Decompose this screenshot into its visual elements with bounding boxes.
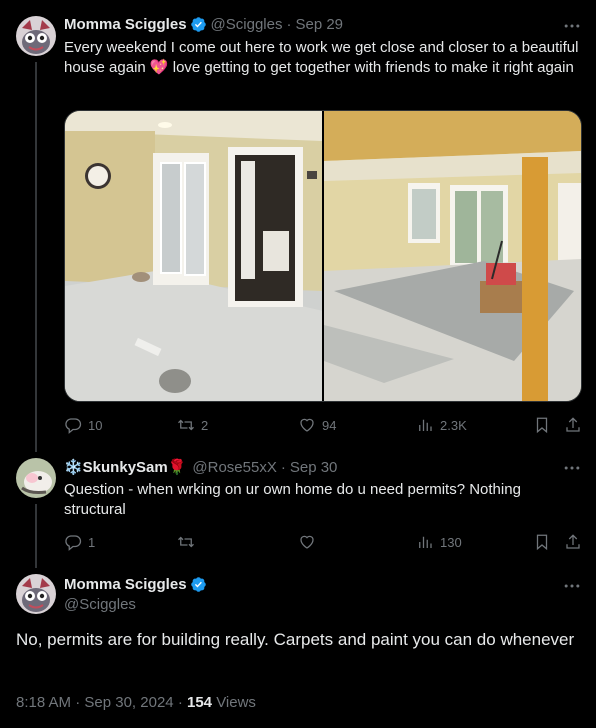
retweet-button[interactable]: 2 bbox=[177, 416, 208, 434]
separator-dot: · bbox=[286, 16, 292, 33]
share-icon bbox=[566, 417, 580, 432]
more-options-icon[interactable] bbox=[562, 576, 582, 596]
reply-count: 1 bbox=[88, 534, 96, 550]
retweet-count: 2 bbox=[201, 417, 209, 433]
tweet-header: ❄️SkunkySam🌹 @Rose55xX · Sep 30 bbox=[64, 458, 338, 477]
separator-dot: · bbox=[280, 458, 286, 476]
display-name[interactable]: ❄️SkunkySam🌹 bbox=[64, 458, 186, 476]
tweet-text: Question - when wrking on ur own home do… bbox=[64, 481, 521, 518]
media-grid[interactable] bbox=[64, 110, 582, 402]
post-date[interactable]: Sep 30, 2024 bbox=[84, 694, 173, 711]
display-name[interactable]: Momma Sciggles bbox=[64, 16, 187, 33]
reply-button[interactable]: 10 bbox=[64, 416, 102, 434]
views-icon bbox=[419, 419, 432, 431]
display-name[interactable]: Momma Sciggles bbox=[64, 576, 187, 593]
like-icon bbox=[300, 418, 314, 432]
separator-dot: · bbox=[75, 694, 85, 711]
reply-icon bbox=[65, 418, 82, 434]
reply-icon bbox=[65, 535, 82, 551]
like-count: 94 bbox=[322, 417, 337, 433]
views-label: Views bbox=[216, 694, 256, 711]
share-icon bbox=[566, 534, 580, 549]
verified-badge-icon bbox=[190, 17, 206, 32]
tweet-header: Momma Sciggles @Sciggles · Sep 29 bbox=[64, 16, 343, 33]
retweet-icon bbox=[178, 536, 194, 548]
verified-badge-icon bbox=[190, 577, 206, 592]
retweet-icon bbox=[178, 419, 194, 431]
more-options-icon[interactable] bbox=[562, 16, 582, 36]
handle[interactable]: @Sciggles bbox=[64, 596, 136, 613]
timestamp[interactable]: Sep 30 bbox=[290, 459, 338, 476]
views-button[interactable]: 130 bbox=[416, 533, 462, 551]
thread-line bbox=[35, 504, 37, 568]
photo-1[interactable] bbox=[65, 111, 322, 401]
views-button[interactable]: 2.3K bbox=[416, 416, 467, 434]
like-button[interactable]: 94 bbox=[298, 416, 336, 434]
tweet-text: No, permits are for building really. Car… bbox=[16, 630, 575, 649]
views-icon bbox=[419, 536, 432, 548]
views-count: 2.3K bbox=[440, 417, 467, 433]
reply-count: 10 bbox=[88, 417, 103, 433]
timestamp[interactable]: Sep 29 bbox=[295, 16, 343, 33]
share-button[interactable] bbox=[564, 416, 582, 434]
separator-dot: · bbox=[177, 694, 187, 711]
like-icon bbox=[300, 535, 314, 549]
bookmark-button[interactable] bbox=[533, 416, 551, 434]
action-bar: 10 2 94 2.3K bbox=[64, 416, 584, 436]
avatar[interactable] bbox=[16, 458, 56, 498]
tweet-text: Every weekend I come out here to work we… bbox=[64, 39, 579, 76]
thread-line bbox=[35, 62, 37, 452]
tweet-header: Momma Sciggles bbox=[64, 576, 207, 593]
avatar[interactable] bbox=[16, 16, 56, 56]
tweet-meta: 8:18 AM · Sep 30, 2024 · 154 Views bbox=[16, 694, 256, 711]
avatar[interactable] bbox=[16, 574, 56, 614]
post-time[interactable]: 8:18 AM bbox=[16, 694, 71, 711]
handle[interactable]: @Rose55xX bbox=[192, 459, 276, 476]
reply-button[interactable]: 1 bbox=[64, 533, 95, 551]
photo-2[interactable] bbox=[324, 111, 581, 401]
more-options-icon[interactable] bbox=[562, 458, 582, 478]
bookmark-button[interactable] bbox=[533, 533, 551, 551]
handle[interactable]: @Sciggles bbox=[211, 16, 283, 33]
action-bar: 1 130 bbox=[64, 533, 584, 553]
like-button[interactable] bbox=[298, 533, 322, 551]
views-count: 130 bbox=[440, 534, 462, 550]
retweet-button[interactable] bbox=[177, 533, 201, 551]
share-button[interactable] bbox=[564, 533, 582, 551]
bookmark-icon bbox=[536, 417, 548, 434]
views-count: 154 bbox=[186, 694, 213, 711]
bookmark-icon bbox=[536, 534, 548, 551]
